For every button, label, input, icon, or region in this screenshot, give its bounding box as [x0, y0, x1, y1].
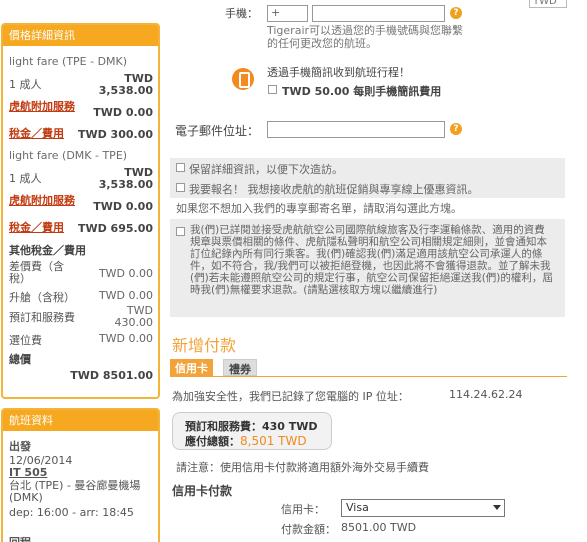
tax-link[interactable]: 稅金／費用 — [9, 128, 64, 139]
fare-title-return: light fare (DMK - TPE) — [9, 149, 128, 162]
amount-due-label: 應付總額： — [185, 435, 240, 448]
phone-label: 手機： — [225, 7, 258, 20]
other-fee-value: TWD 0.00 — [98, 332, 153, 345]
help-icon[interactable]: ? — [450, 123, 462, 135]
terms-checkbox[interactable] — [176, 227, 185, 236]
other-fees-title: 其他稅金／費用 — [9, 244, 86, 257]
tabs-divider — [170, 376, 567, 377]
price-row-tax-return: 稅金／費用 TWD 695.00 — [9, 222, 153, 236]
other-fee-row: 差價費（含稅） TWD 0.00 — [9, 261, 153, 287]
price-row-addon-return: 虎航附加服務 TWD 0.00 — [9, 195, 153, 219]
price-row-adult-return: 1 成人 TWD 3,538.00 — [9, 167, 153, 191]
ip-value: 114.24.62.24 — [449, 388, 523, 401]
other-fee-label: 差價費（含稅） — [9, 260, 64, 285]
flight-details-panel: 航班資料 出發 12/06/2014 IT 505 台北 (TPE) - 曼谷廊… — [1, 408, 160, 542]
addon-link[interactable]: 虎航附加服務 — [9, 195, 87, 206]
card-payment-title: 信用卡付款 — [172, 484, 233, 498]
adult-value: TWD 3,538.00 — [98, 166, 153, 191]
sms-checkbox[interactable] — [268, 85, 277, 94]
service-fee-line: 預訂和服務費：430 TWD — [185, 420, 318, 433]
addon-value: TWD 0.00 — [93, 106, 153, 119]
card-fee-note: 請注意：使用信用卡付款將適用額外海外交易手續費 — [176, 461, 429, 474]
price-row-adult-outbound: 1 成人 TWD 3,538.00 — [9, 73, 153, 97]
price-row-addon-outbound: 虎航附加服務 TWD 0.00 — [9, 101, 153, 125]
pay-amount-value: 8501.00 TWD — [341, 521, 417, 534]
terms-box: 我(們)已詳閱並接受虎航航空公司國際航線旅客及行李運輸條款、適用的資費規章與票價… — [170, 219, 565, 317]
total-value-row: TWD 8501.00 — [9, 369, 153, 383]
total-label: 總價 — [9, 353, 31, 366]
fare-title-outbound: light fare (TPE - DMK) — [9, 55, 128, 68]
phone-note: Tigerair可以透過您的手機號碼與您聯繫的任何更改您的航班。 — [267, 24, 464, 50]
flight-times: dep: 16:00 - arr: 18:45 — [9, 506, 134, 519]
adult-label: 1 成人 — [9, 78, 42, 91]
tax-value: TWD 695.00 — [77, 222, 153, 235]
addon-link[interactable]: 虎航附加服務 — [9, 101, 87, 112]
sms-option-label: TWD 50.00 每則手機簡訊費用 — [282, 85, 442, 98]
currency-selector-fragment[interactable]: TWD — [529, 0, 567, 8]
signup-checkbox[interactable] — [176, 183, 185, 192]
chevron-down-icon — [493, 505, 501, 510]
return-label: 回程 — [9, 534, 31, 542]
flight-details-title: 航班資料 — [3, 410, 158, 431]
other-fee-label: 升艙（含稅） — [9, 291, 75, 304]
depart-label: 出發 — [9, 440, 31, 453]
save-info-checkbox[interactable] — [176, 163, 185, 172]
tax-link[interactable]: 稅金／費用 — [9, 222, 64, 233]
adult-value: TWD 3,538.00 — [98, 72, 153, 97]
other-fee-label: 預訂和服務費 — [9, 311, 75, 324]
total-label-row: 總價 — [9, 351, 153, 366]
total-value: TWD 8501.00 — [70, 369, 153, 382]
tax-value: TWD 300.00 — [77, 128, 153, 141]
unsubscribe-note: 如果您不想加入我們的專享郵寄名單，請取消勾選此方塊。 — [176, 202, 462, 215]
signup-label: 我要報名！ 我想接收虎航的航班促銷與專享線上優惠資訊。 — [189, 183, 479, 196]
price-row-tax-outbound: 稅金／費用 TWD 300.00 — [9, 128, 153, 142]
card-type-select[interactable]: Visa — [341, 499, 505, 517]
tab-voucher[interactable]: 禮券 — [223, 359, 257, 376]
other-fee-value: TWD 0.00 — [98, 289, 153, 302]
save-info-label: 保留詳細資訊，以便下次造訪。 — [189, 163, 343, 176]
adult-label: 1 成人 — [9, 172, 42, 185]
other-fee-row: 預訂和服務費 TWD 430.00 — [9, 305, 153, 329]
price-details-title: 價格詳細資訊 — [3, 25, 158, 46]
amount-due-value: 8,501 TWD — [240, 434, 307, 448]
other-fee-label: 選位費 — [9, 334, 42, 347]
other-fees-heading: 其他稅金／費用 — [9, 242, 153, 257]
payment-summary-box: 預訂和服務費：430 TWD 應付總額：8,501 TWD — [172, 412, 332, 450]
flight-number-link[interactable]: IT 505 — [9, 466, 47, 479]
price-details-panel: 價格詳細資訊 light fare (TPE - DMK) 1 成人 TWD 3… — [1, 23, 160, 399]
pay-amount-label: 付款金額： — [281, 523, 336, 536]
help-icon[interactable]: ? — [450, 7, 462, 19]
terms-text: 我(們)已詳閱並接受虎航航空公司國際航線旅客及行李運輸條款、適用的資費規章與票價… — [190, 224, 553, 296]
card-type-value: Visa — [346, 501, 369, 514]
tab-credit-card[interactable]: 信用卡 — [170, 359, 213, 376]
other-fee-value: TWD 430.00 — [114, 304, 154, 329]
ip-notice: 為加強安全性，我們已記錄了您電腦的 IP 位址： — [172, 390, 409, 403]
other-fee-row: 選位費 TWD 0.00 — [9, 332, 153, 347]
new-payment-title: 新增付款 — [172, 336, 237, 355]
other-fee-row: 升艙（含稅） TWD 0.00 — [9, 289, 153, 304]
other-fee-value: TWD 0.00 — [98, 267, 153, 280]
email-input[interactable] — [267, 121, 445, 138]
card-type-label: 信用卡： — [281, 503, 325, 516]
mobile-phone-icon — [232, 68, 254, 90]
amount-due-line: 應付總額：8,501 TWD — [185, 433, 307, 449]
flight-route: 台北 (TPE) - 曼谷廊曼機場 (DMK) — [9, 479, 141, 504]
phone-country-code-input[interactable]: + — [267, 5, 308, 22]
addon-value: TWD 0.00 — [93, 200, 153, 213]
email-label: 電子郵件位址： — [175, 124, 260, 138]
phone-number-input[interactable] — [312, 5, 445, 22]
sms-title: 透過手機簡訊收到航班行程！ — [267, 66, 410, 79]
